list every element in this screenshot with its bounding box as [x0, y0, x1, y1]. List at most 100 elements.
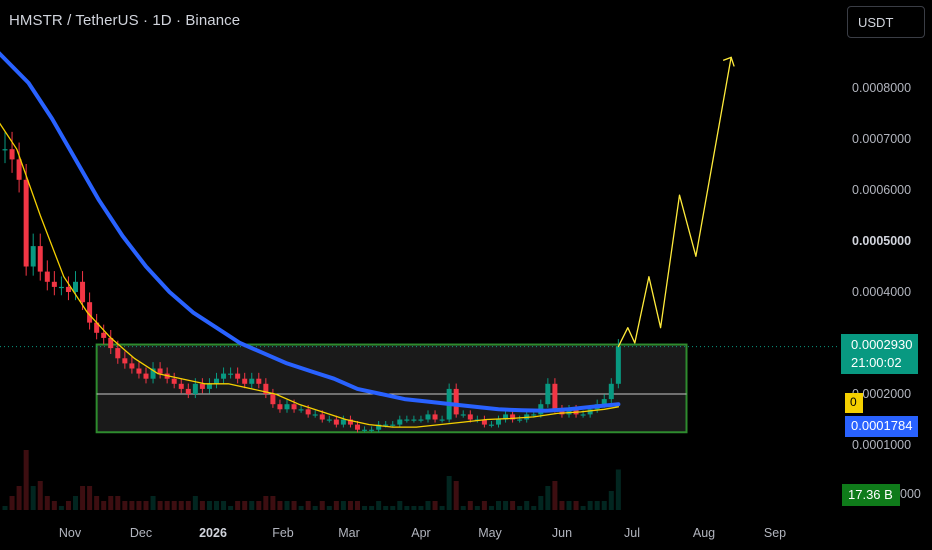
volume-bar: [538, 496, 544, 510]
volume-bar: [340, 501, 346, 510]
volume-bar: [101, 501, 107, 510]
volume-tail: 000: [900, 487, 921, 501]
candle-body: [418, 419, 424, 421]
volume-bar: [164, 501, 170, 510]
candle-body: [390, 424, 396, 426]
volume-bar: [369, 506, 375, 510]
candle-body: [206, 383, 212, 389]
candle-body: [291, 404, 297, 410]
candle-body: [580, 414, 586, 416]
y-tick-label: 0.0006000: [852, 183, 911, 197]
candle-body: [467, 414, 473, 420]
volume-bar: [199, 501, 205, 510]
candle-body: [249, 378, 255, 384]
ma-label-badge: 0: [845, 393, 863, 413]
volume-bar: [524, 501, 530, 510]
candle-body: [545, 383, 551, 405]
x-tick-label: Dec: [130, 526, 152, 540]
volume-bar: [80, 486, 86, 510]
candle-body: [199, 383, 205, 389]
volume-bar: [16, 486, 22, 510]
candle-body: [9, 149, 15, 160]
volume-bar: [136, 501, 142, 510]
candle-body: [488, 424, 494, 426]
price-chart[interactable]: 0.00010000.00020000.00030000.00040000.00…: [0, 0, 932, 550]
volume-bar: [481, 501, 487, 510]
volume-bar: [242, 501, 248, 510]
volume-bar: [221, 501, 227, 510]
volume-bar: [157, 501, 163, 510]
volume-bar: [453, 481, 459, 510]
volume-bar: [460, 506, 466, 510]
volume-bar: [411, 506, 417, 510]
volume-bar: [319, 501, 325, 510]
volume-bar: [615, 469, 621, 510]
candle-body: [326, 419, 332, 421]
volume-bar: [517, 506, 523, 510]
time-axis: Nov Dec 2026 Feb Mar Apr May Jun Jul Aug Sep: [59, 526, 786, 540]
x-tick-label: Aug: [693, 526, 715, 540]
y-tick-label: 0.0004000: [852, 285, 911, 299]
candle-body: [101, 332, 107, 338]
candle-body: [531, 414, 537, 416]
candle-body: [2, 149, 8, 151]
volume-bar: [404, 506, 410, 510]
volume-bar: [467, 501, 473, 510]
volume-bar: [228, 506, 234, 510]
candle-body: [30, 246, 36, 267]
candle-body: [37, 246, 43, 272]
volume-bar: [580, 506, 586, 510]
candle-body: [178, 383, 184, 389]
candle-body: [80, 281, 86, 303]
volume-bar: [270, 496, 276, 510]
volume-bar: [503, 501, 509, 510]
candle-body: [23, 179, 29, 267]
volume-bar: [256, 501, 262, 510]
volume-bar: [277, 501, 283, 510]
volume-bar: [171, 501, 177, 510]
volume-badge: 17.36 B: [842, 484, 900, 506]
volume-bar: [249, 501, 255, 510]
volume-bar: [545, 486, 551, 510]
x-tick-label: Sep: [764, 526, 786, 540]
volume-bar: [73, 496, 78, 510]
volume-bar: [552, 481, 558, 510]
candle-body: [615, 346, 621, 384]
volume-bar: [23, 450, 29, 510]
candle-body: [312, 414, 318, 416]
candle-body: [404, 419, 410, 421]
volume-bar: [390, 506, 396, 510]
y-tick-label: 0.0001000: [852, 438, 911, 452]
volume-bar: [601, 501, 607, 510]
volume-bar: [298, 506, 304, 510]
volume-bar: [333, 501, 339, 510]
y-tick-label: 0.0007000: [852, 132, 911, 146]
volume-bar: [44, 496, 50, 510]
volume-bar: [305, 501, 311, 510]
volume-bar: [347, 501, 353, 510]
volume-bar: [488, 506, 494, 510]
candle-body: [608, 383, 614, 400]
volume-bar: [312, 506, 318, 510]
candle-body: [284, 404, 290, 410]
volume-layer: [2, 450, 621, 510]
volume-bar: [37, 481, 43, 510]
x-tick-label: Mar: [338, 526, 360, 540]
candle-body: [319, 414, 325, 420]
candle-body: [277, 404, 283, 410]
candle-body: [333, 419, 339, 425]
candle-body: [44, 271, 50, 282]
candle-body: [192, 383, 198, 394]
y-tick-label: 0.0008000: [852, 81, 911, 95]
projection-path: [617, 56, 735, 348]
candle-body: [362, 429, 368, 431]
volume-bar: [143, 501, 149, 510]
candle-body: [143, 373, 149, 379]
volume-bar: [87, 486, 93, 510]
candle-body: [65, 286, 71, 292]
projection-arrowhead: [722, 56, 735, 67]
range-box-rect: [95, 343, 688, 434]
candle-body: [136, 368, 142, 374]
x-tick-label: Apr: [411, 526, 430, 540]
volume-bar: [496, 501, 501, 510]
